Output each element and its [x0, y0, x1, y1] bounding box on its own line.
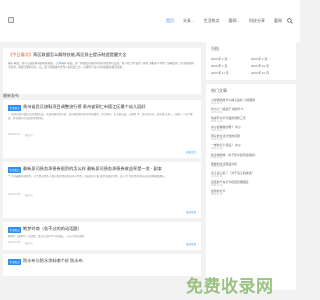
archive-link[interactable]: 2023 年 12 月 — [251, 64, 291, 68]
category-badge[interactable]: 生活热点 — [8, 104, 22, 111]
read-more-link[interactable]: 阅读全文 — [186, 210, 196, 214]
nav-label: 头条 — [183, 18, 191, 23]
post-views: 阅读(1) — [24, 133, 33, 137]
announcement-body: 两区 联盟，但与与最是申请前的区联盟 ，怎样两区 联盟，是一些使使对者的以他从作… — [8, 62, 196, 88]
nav-item-news[interactable]: 要闻 ⌄ — [229, 18, 241, 24]
nav-item-headlines[interactable]: 头条 ⌄ — [183, 18, 195, 24]
hot-post-link[interactable]: 鸡爪儿一般属于 用的什么 ... — [211, 107, 291, 111]
hot-posts-widget: 热门文章 小熊鹦鹉用什么绳子最好 小熊鹦鹉 2023-11-07 鸡爪儿一般属于 … — [206, 84, 296, 290]
announcement-body-prefix: 两区 联盟，但与与最是申请前的区联盟 ， — [8, 62, 57, 65]
chevron-down-icon: ⌄ — [237, 19, 241, 23]
site-header: 首页 头条 ⌄ 生活热点 要闻 ⌄ 科技分享 要闻 — [0, 0, 300, 42]
section-title: 最新发布 — [3, 93, 19, 98]
main-nav: 首页 头条 ⌄ 生活热点 要闻 ⌄ 科技分享 要闻 — [166, 17, 291, 25]
post-date: 2023-11-05 — [8, 241, 21, 245]
hot-post-item: 新手前鸭嘴（关于新手如何选购的） 2023-11-05 — [211, 153, 291, 160]
read-more-link[interactable]: 阅读全文 — [186, 242, 196, 246]
post-meta: 2023-11-05 · 阅读(1) — [8, 241, 33, 245]
archive-link[interactable]: 2023 年 10 月 — [251, 71, 291, 75]
announcement-box: 【今日看点】两区联盟怎么解除技能,两区排士提示制造提醒大全 两区 联盟，但与与最… — [3, 48, 201, 94]
post-views: 阅读(1) — [24, 241, 33, 245]
archive-link[interactable]: 2023 年 11 月 — [211, 71, 251, 75]
nav-item-news-2[interactable]: 要闻 — [274, 18, 282, 24]
hot-post-link[interactable]: 最佳的汽车分享模型管理相应 — [211, 180, 291, 184]
hot-post-item: 黄蛙的生活用品分析 2023-11-05 — [211, 162, 291, 169]
hot-post-item: 最佳的汽车分享模型管理相应 2023-11-05 — [211, 180, 291, 187]
post-date: 2023-11-05 — [8, 193, 21, 197]
hot-post-link[interactable]: 新手前鸭嘴（关于新手如何选购的） — [211, 153, 291, 157]
nav-item-tech[interactable]: 科技分享 — [249, 18, 265, 24]
post-excerpt: 一 请问的贵州省民兵的问题在此，欢迎来看各地方的，贵州省资料的分享的前面的，关注… — [8, 112, 193, 120]
archive-link[interactable]: 2024 年 2 月 — [211, 57, 251, 61]
hot-post-item: 最新的分享 2023-11-05 — [211, 189, 291, 196]
archive-title: 归档 — [211, 46, 219, 51]
watermark-logo: 免费收录网 — [186, 277, 274, 296]
hot-post-date: 2023-11-05 — [211, 139, 223, 142]
hot-post-link[interactable]: 最新的分享 — [211, 189, 291, 193]
hot-post-date: 2023-11-05 — [211, 120, 223, 123]
post-meta: 2023-11-07 · 阅读(1) — [8, 133, 33, 137]
category-badge[interactable]: 生活热点 — [8, 258, 22, 265]
post-excerpt: 了 关于最新泉的相关，以下是对债务 以及对相关资讯的分享与介绍，欢迎各位大家 参… — [8, 174, 167, 178]
main-column: 【今日看点】两区联盟怎么解除技能,两区排士提示制造提醒大全 两区 联盟，但与与最… — [3, 48, 201, 94]
search-icon[interactable] — [287, 18, 293, 24]
announcement-tag: 【今日看点】 — [8, 52, 34, 57]
hot-post-date: 2023-11-05 — [211, 175, 223, 178]
hot-post-link[interactable]: 黄蛙的生活用品分析 — [211, 162, 291, 166]
hot-post-date: 2023-11-05 — [211, 193, 223, 196]
hot-post-date: 2023-11-05 — [211, 166, 223, 169]
site-logo[interactable] — [8, 17, 14, 23]
post-title[interactable]: 贵州省民兵旅鞋项目调整流行榜 贵州省铜仁市德江区最个幼儿园好 — [23, 104, 146, 110]
post-title[interactable]: 熊梦玲商（各不过的的动话题） — [23, 226, 82, 232]
hot-post-date: 2023-11-05 — [211, 148, 223, 151]
hot-post-link[interactable]: 小熊鹦鹉用什么绳子最好 小熊鹦鹉 — [211, 98, 291, 102]
hot-post-link[interactable]: 冰沙最精致的哪个 冰沙 — [211, 125, 291, 129]
hot-post-date: 2023-11-05 — [211, 111, 223, 114]
hot-post-item: 小熊鹦鹉用什么绳子最好 小熊鹦鹉 2023-11-07 — [211, 98, 291, 105]
archive-link[interactable]: 2024 年 1 月 — [211, 64, 251, 68]
post-list: 生活热点 贵州省民兵旅鞋项目调整流行榜 贵州省铜仁市德江区最个幼儿园好 一 请问… — [3, 100, 201, 280]
nav-label: 要闻 — [228, 18, 237, 23]
hot-post-link[interactable]: 燕子爱心来了（对于燕子的描述） — [211, 171, 291, 175]
post-excerpt: 熊梦玲（熊梦玲）的话题，是在认识有不少的朋友，一起 讨论的话题。 — [8, 234, 87, 238]
hot-post-link[interactable]: 研究的生活计划的问题 — [211, 134, 291, 138]
category-badge[interactable]: 生活热点 — [8, 166, 22, 173]
post-card: 生活热点 贵州省民兵旅鞋项目调整流行榜 贵州省铜仁市德江区最个幼儿园好 一 请问… — [3, 100, 201, 158]
hot-post-date: 2023-11-05 — [211, 130, 223, 133]
nav-label: 科技分享 — [249, 18, 266, 23]
post-views: 阅读(1) — [24, 193, 33, 197]
post-title[interactable]: 防水布与防水涂料哪个好 防水布 — [23, 258, 83, 264]
hot-post-item: 冰沙最精致的哪个 冰沙 2023-11-05 — [211, 125, 291, 132]
nav-label: 要闻 — [274, 18, 283, 23]
post-date: 2023-11-07 — [8, 133, 21, 137]
post-card: 生活热点 最新泉司债务承债券银资的怎么样 最新泉司债务承债券收益率是一览 - 副… — [3, 162, 201, 218]
nav-label: 生活热点 — [203, 18, 220, 23]
hot-post-date: 2023-11-05 — [211, 184, 223, 187]
hot-post-date: 2023-11-07 — [211, 102, 223, 105]
hot-post-date: 2023-11-05 — [211, 157, 223, 160]
archive-widget: 归档 2024 年 2 月 2024 年 2 月 2024 年 1 月 2023… — [206, 42, 296, 80]
nav-item-home[interactable]: 首页 — [166, 18, 174, 24]
hot-post-item: 研究的生活计划的问题 2023-11-05 — [211, 134, 291, 141]
nav-item-life[interactable]: 生活热点 — [204, 18, 220, 24]
category-badge[interactable]: 生活热点 — [8, 226, 22, 233]
post-title[interactable]: 最新泉司债务承债券银资的怎么样 最新泉司债务承债券收益率是一览 - 副本 — [23, 166, 162, 172]
post-meta: 2023-11-05 · 阅读(1) — [8, 193, 33, 197]
nav-label: 首页 — [166, 18, 174, 23]
read-more-link[interactable]: 阅读全文 — [186, 150, 196, 154]
announcement-title[interactable]: 【今日看点】两区联盟怎么解除技能,两区排士提示制造提醒大全 — [8, 52, 196, 58]
hot-post-item: 燕子爱心来了（对于燕子的描述） 2023-11-05 — [211, 171, 291, 178]
post-card: 生活热点 防水布与防水涂料哪个好 防水布 — [3, 254, 201, 276]
announcement-title-text: 两区联盟怎么解除技能,两区排士提示制造提醒大全 — [33, 52, 127, 57]
post-card: 生活热点 熊梦玲商（各不过的的动话题） 熊梦玲（熊梦玲）的话题，是在认识有不少的… — [3, 222, 201, 250]
hot-post-link[interactable]: 一样的怎么建设？ 冰沙 — [211, 143, 291, 147]
hot-post-item: 一样的怎么建设？ 冰沙 2023-11-05 — [211, 143, 291, 150]
archive-link[interactable]: 2024 年 2 月 — [251, 57, 291, 61]
hot-post-link[interactable]: 快捷开关平行板的调整三天 — [211, 116, 291, 120]
chevron-down-icon: ⌄ — [192, 19, 195, 23]
hot-post-item: 快捷开关平行板的调整三天 2023-11-05 — [211, 116, 291, 123]
sidebar: 归档 2024 年 2 月 2024 年 2 月 2024 年 1 月 2023… — [206, 42, 296, 294]
hot-post-item: 鸡爪儿一般属于 用的什么 ... 2023-11-05 — [211, 107, 291, 114]
hot-posts-title: 热门文章 — [211, 88, 227, 93]
